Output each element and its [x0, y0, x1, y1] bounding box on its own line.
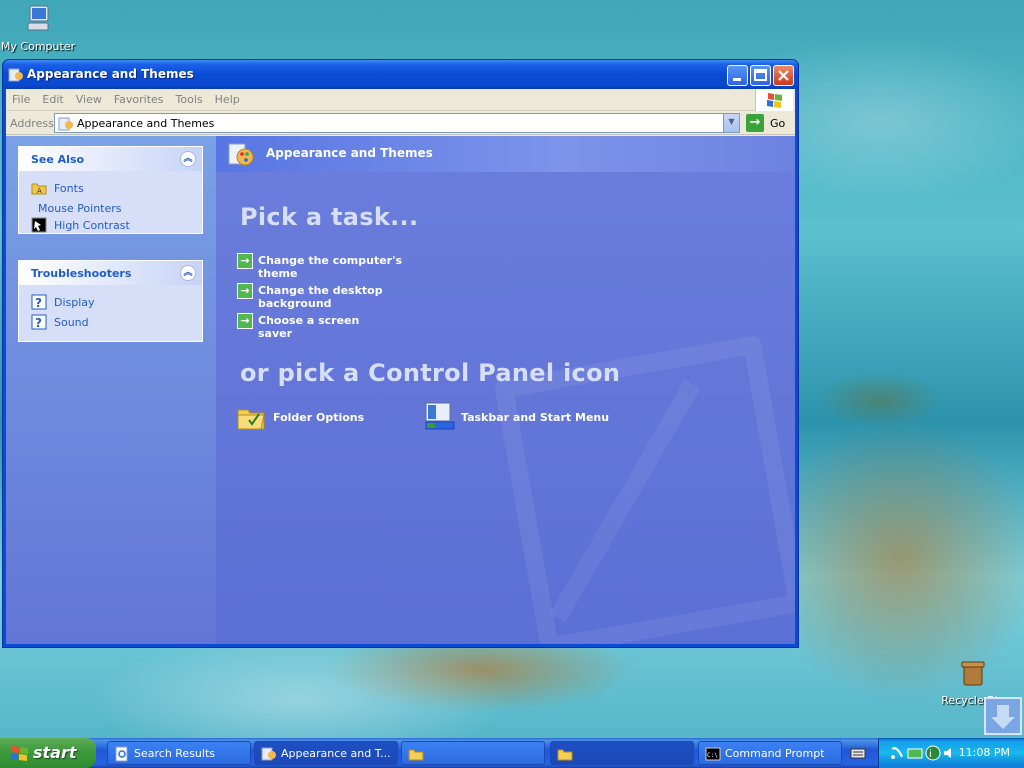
- my-computer-icon: [27, 5, 49, 31]
- control-panel-taskbar-start-menu[interactable]: Taskbar and Start Menu: [424, 401, 609, 433]
- collapse-chevron-icon[interactable]: ︽: [180, 151, 196, 167]
- appearance-themes-icon: [228, 143, 254, 166]
- troubleshooters-panel: Troubleshooters ︽ ? Display ? Sound: [18, 260, 203, 342]
- svg-text:i: i: [929, 749, 932, 760]
- sidebar-item-fonts[interactable]: A Fonts: [31, 179, 202, 199]
- address-label: Address: [10, 117, 54, 130]
- minimize-button[interactable]: [727, 65, 748, 86]
- see-also-panel: See Also ︽ A Fonts Mouse Pointers High C…: [18, 146, 203, 234]
- green-arrow-icon: →: [237, 313, 253, 329]
- help-icon: ?: [31, 314, 47, 330]
- main-content: Appearance and Themes Pick a task... → C…: [216, 136, 795, 644]
- menu-file[interactable]: File: [6, 89, 36, 106]
- network-icon[interactable]: [889, 745, 905, 761]
- maximize-button[interactable]: [750, 65, 771, 86]
- maximize-icon: [754, 69, 767, 81]
- sidebar-item-display[interactable]: ? Display: [31, 293, 202, 313]
- content-header-title: Appearance and Themes: [266, 146, 433, 160]
- volume-icon[interactable]: [942, 745, 958, 761]
- folder-icon: [557, 749, 573, 761]
- go-button[interactable]: → Go: [744, 113, 794, 133]
- sidebar-item-sound[interactable]: ? Sound: [31, 313, 202, 333]
- green-arrow-icon: →: [237, 283, 253, 299]
- menu-view[interactable]: View: [70, 89, 108, 106]
- task-change-theme[interactable]: → Change the computer's theme: [237, 252, 437, 280]
- sidebar-item-high-contrast[interactable]: High Contrast: [31, 216, 202, 236]
- clock[interactable]: 11:08 PM: [959, 746, 1010, 759]
- menu-help[interactable]: Help: [209, 89, 246, 106]
- taskbar-button-folder-2[interactable]: [550, 741, 694, 765]
- green-arrow-icon: →: [237, 253, 253, 269]
- download-arrow-icon[interactable]: [984, 697, 1022, 735]
- safely-remove-hardware-icon[interactable]: [907, 745, 923, 761]
- address-field[interactable]: Appearance and Themes ▼: [54, 113, 740, 133]
- control-panel-folder-options[interactable]: Folder Options: [236, 401, 366, 433]
- svg-text:?: ?: [35, 296, 42, 310]
- folder-icon: [408, 749, 424, 761]
- appearance-themes-icon: [58, 117, 73, 131]
- appearance-themes-icon: [261, 747, 276, 761]
- address-dropdown-button[interactable]: ▼: [723, 114, 739, 132]
- taskbar-button-search-results[interactable]: Search Results: [107, 741, 251, 765]
- go-label: Go: [770, 117, 786, 130]
- menu-bar: File Edit View Favorites Tools Help: [6, 89, 795, 111]
- folder-options-icon: [237, 409, 265, 430]
- desktop-icon-label: My Computer: [0, 40, 76, 53]
- taskbar-start-menu-icon: [425, 402, 455, 430]
- help-icon: ?: [31, 294, 47, 310]
- high-contrast-icon: [31, 217, 47, 233]
- see-also-header[interactable]: See Also ︽: [19, 147, 202, 171]
- explorer-window: Appearance and Themes File Edit View Favori…: [2, 59, 799, 648]
- desktop-icon-my-computer[interactable]: My Computer: [0, 3, 76, 53]
- appearance-themes-icon: [8, 68, 23, 82]
- window-title: Appearance and Themes: [27, 67, 194, 81]
- minimize-icon: [733, 78, 741, 81]
- menu-favorites[interactable]: Favorites: [108, 89, 170, 106]
- security-center-icon[interactable]: i: [925, 745, 941, 761]
- folder-fonts-icon: A: [31, 183, 47, 195]
- windows-logo-icon: [755, 89, 793, 111]
- pick-task-heading: Pick a task...: [240, 203, 419, 231]
- taskbar-button-command-prompt[interactable]: C:\ Command Prompt: [698, 741, 842, 765]
- collapse-chevron-icon[interactable]: ︽: [180, 265, 196, 281]
- taskbar: start Search Results Appearance and T...…: [0, 738, 1024, 768]
- start-label: start: [33, 743, 77, 762]
- svg-text:?: ?: [35, 316, 42, 330]
- troubleshooters-title: Troubleshooters: [31, 267, 132, 280]
- svg-text:C:\: C:\: [707, 752, 718, 759]
- go-arrow-icon: →: [746, 114, 764, 132]
- sidebar-item-mouse-pointers[interactable]: Mouse Pointers: [31, 199, 202, 216]
- close-icon: [778, 70, 789, 81]
- troubleshooters-header[interactable]: Troubleshooters ︽: [19, 261, 202, 285]
- recycle-bin-icon: [961, 661, 985, 686]
- start-button[interactable]: start: [0, 738, 96, 768]
- command-prompt-icon: C:\: [705, 747, 721, 761]
- title-bar[interactable]: Appearance and Themes: [3, 60, 798, 89]
- task-pane: See Also ︽ A Fonts Mouse Pointers High C…: [6, 136, 216, 644]
- task-change-desktop-background[interactable]: → Change the desktop background: [237, 282, 457, 310]
- taskbar-button-folder-1[interactable]: [401, 741, 545, 765]
- window-client: File Edit View Favorites Tools Help Address A…: [6, 89, 795, 644]
- svg-text:A: A: [37, 187, 42, 195]
- address-bar: Address Appearance and Themes ▼ → Go: [6, 111, 795, 135]
- taskbar-button-appearance-themes[interactable]: Appearance and T...: [254, 741, 398, 765]
- address-value: Appearance and Themes: [77, 117, 215, 130]
- search-results-icon: [115, 746, 128, 762]
- menu-tools[interactable]: Tools: [170, 89, 209, 106]
- system-tray: i 11:08 PM: [878, 738, 1024, 768]
- close-button[interactable]: [773, 65, 794, 86]
- windows-logo-icon: [11, 746, 28, 761]
- task-choose-screen-saver[interactable]: → Choose a screen saver: [237, 312, 397, 340]
- content-header: Appearance and Themes: [216, 136, 795, 172]
- keyboard-icon[interactable]: [850, 745, 866, 761]
- pick-icon-heading: or pick a Control Panel icon: [240, 359, 621, 387]
- see-also-title: See Also: [31, 153, 85, 166]
- menu-edit[interactable]: Edit: [36, 89, 69, 106]
